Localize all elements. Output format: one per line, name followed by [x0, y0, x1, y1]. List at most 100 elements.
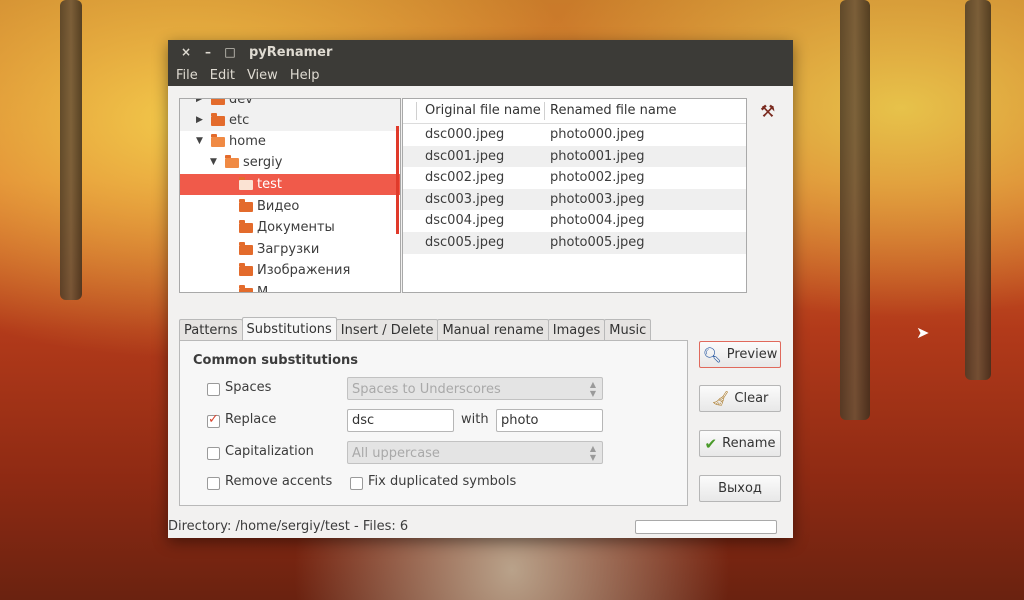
renamed-name: photo002.jpeg	[550, 170, 645, 186]
table-row[interactable]: dsc004.jpeg photo004.jpeg	[403, 210, 746, 232]
expander-icon[interactable]: ▶	[196, 99, 206, 110]
expander-icon[interactable]: ▶	[196, 110, 206, 131]
spin-arrows-icon: ▲ ▼	[589, 380, 596, 398]
clear-button[interactable]: 🧹︎ Clear	[699, 385, 781, 412]
with-label: with	[461, 412, 489, 427]
tab-images[interactable]: Images	[547, 319, 606, 341]
titlebar: × – □ pyRenamer	[168, 40, 793, 64]
table-row[interactable]: dsc003.jpeg photo003.jpeg	[403, 188, 746, 211]
substitutions-panel: Common substitutions Spaces Spaces to Un…	[179, 340, 688, 506]
renamed-name: photo005.jpeg	[550, 235, 645, 250]
tab-music[interactable]: Music	[604, 319, 652, 341]
maximize-button[interactable]: □	[219, 45, 241, 59]
column-renamed[interactable]: Renamed file name	[550, 103, 677, 118]
table-row[interactable]: dsc002.jpeg photo002.jpeg	[403, 167, 746, 189]
original-name: dsc004.jpeg	[425, 213, 505, 229]
table-row[interactable]: dsc005.jpeg photo005.jpeg	[403, 232, 746, 254]
renamed-name: photo003.jpeg	[550, 191, 645, 207]
file-list[interactable]: Original file name Renamed file name dsc…	[402, 98, 747, 293]
tree-item-images[interactable]: Изображения	[180, 260, 400, 281]
preview-button[interactable]: 🔍︎ Preview	[699, 341, 781, 368]
replace-from-input[interactable]	[347, 409, 454, 432]
tree-item-test[interactable]: test	[180, 174, 400, 195]
exit-button[interactable]: Выход	[699, 475, 781, 502]
table-row[interactable]: dsc001.jpeg photo001.jpeg	[403, 145, 746, 168]
folder-open-icon	[239, 177, 253, 190]
capitalization-combo[interactable]: All uppercase ▲ ▼	[347, 441, 603, 464]
replace-to-input[interactable]	[496, 409, 603, 432]
tree-item-etc[interactable]: ▶ etc	[180, 110, 400, 131]
menu-edit[interactable]: Edit	[204, 68, 241, 83]
tree-item-downloads[interactable]: Загрузки	[180, 239, 400, 260]
tree-item-home[interactable]: ▼ home	[180, 131, 400, 152]
tree-item-partial[interactable]: М	[180, 282, 400, 292]
spaces-checkbox[interactable]	[207, 383, 220, 396]
menu-file[interactable]: File	[170, 68, 204, 83]
tree-item-video[interactable]: Видео	[180, 196, 400, 217]
wallpaper-trunk	[965, 0, 991, 380]
original-name: dsc003.jpeg	[425, 191, 505, 207]
folder-open-icon	[211, 134, 225, 147]
preview-label: Preview	[726, 347, 778, 362]
folder-icon	[211, 99, 225, 105]
folder-icon	[239, 285, 253, 292]
wrench-screwdriver-icon[interactable]: ⚒	[760, 102, 775, 122]
magnifier-icon: 🔍︎	[702, 345, 722, 364]
rename-label: Rename	[722, 436, 776, 451]
section-title: Common substitutions	[193, 353, 359, 368]
remove-accents-label: Remove accents	[225, 474, 333, 489]
fix-duplicated-checkbox[interactable]	[350, 477, 363, 490]
exit-label: Выход	[718, 481, 762, 496]
folder-open-icon	[225, 155, 239, 168]
folder-icon	[239, 220, 253, 233]
tab-insert-delete[interactable]: Insert / Delete	[335, 319, 439, 341]
renamed-name: photo004.jpeg	[550, 213, 645, 229]
tree-item-documents[interactable]: Документы	[180, 217, 400, 238]
window-title: pyRenamer	[249, 44, 333, 60]
table-row[interactable]: dsc000.jpeg photo000.jpeg	[403, 124, 746, 146]
tree-scroll-indicator	[396, 126, 399, 234]
expander-open-icon[interactable]: ▼	[196, 131, 206, 152]
tree-item-sergiy[interactable]: ▼ sergiy	[180, 152, 400, 173]
menu-help[interactable]: Help	[284, 68, 326, 83]
wallpaper-trunk	[60, 0, 82, 300]
wallpaper-trunk	[840, 0, 870, 420]
spaces-combo[interactable]: Spaces to Underscores ▲ ▼	[347, 377, 603, 400]
progress-bar	[635, 520, 777, 534]
renamed-name: photo000.jpeg	[550, 127, 645, 142]
column-separator	[544, 102, 545, 120]
column-original[interactable]: Original file name	[425, 103, 541, 118]
tree-item-dev[interactable]: ▶ dev	[180, 99, 400, 110]
remove-accents-checkbox[interactable]	[207, 477, 220, 490]
status-text: Directory: /home/sergiy/test - Files: 6	[168, 519, 409, 534]
tab-manual-rename[interactable]: Manual rename	[437, 319, 549, 341]
original-name: dsc002.jpeg	[425, 170, 505, 186]
folder-icon	[239, 242, 253, 255]
spaces-label: Spaces	[225, 380, 272, 395]
column-separator	[416, 102, 417, 120]
fix-duplicated-label: Fix duplicated symbols	[368, 474, 517, 489]
capitalization-label: Capitalization	[225, 444, 314, 459]
minimize-button[interactable]: –	[197, 45, 219, 59]
close-button[interactable]: ×	[175, 45, 197, 59]
folder-icon	[239, 263, 253, 276]
directory-tree[interactable]: ▶ dev ▶ etc ▼ home ▼ sergiy test Видео Д…	[179, 98, 401, 293]
folder-icon	[211, 113, 225, 126]
rename-button[interactable]: ✔ Rename	[699, 430, 781, 457]
mouse-cursor-icon: ➤	[916, 323, 930, 342]
menu-view[interactable]: View	[241, 68, 284, 83]
spin-arrows-icon: ▲ ▼	[589, 444, 596, 462]
tab-patterns[interactable]: Patterns	[179, 319, 243, 341]
broom-icon: 🧹︎	[711, 390, 730, 407]
tab-substitutions[interactable]: Substitutions	[241, 317, 337, 341]
folder-icon	[239, 199, 253, 212]
replace-label: Replace	[225, 412, 277, 427]
checkmark-icon: ✔	[704, 434, 718, 453]
expander-open-icon[interactable]: ▼	[210, 152, 220, 173]
file-list-header: Original file name Renamed file name	[403, 99, 746, 124]
menubar: File Edit View Help	[168, 64, 793, 86]
original-name: dsc001.jpeg	[425, 148, 505, 164]
replace-checkbox[interactable]	[207, 412, 220, 428]
pyrenamer-window: × – □ pyRenamer File Edit View Help ▶ de…	[168, 40, 793, 538]
capitalization-checkbox[interactable]	[207, 447, 220, 460]
